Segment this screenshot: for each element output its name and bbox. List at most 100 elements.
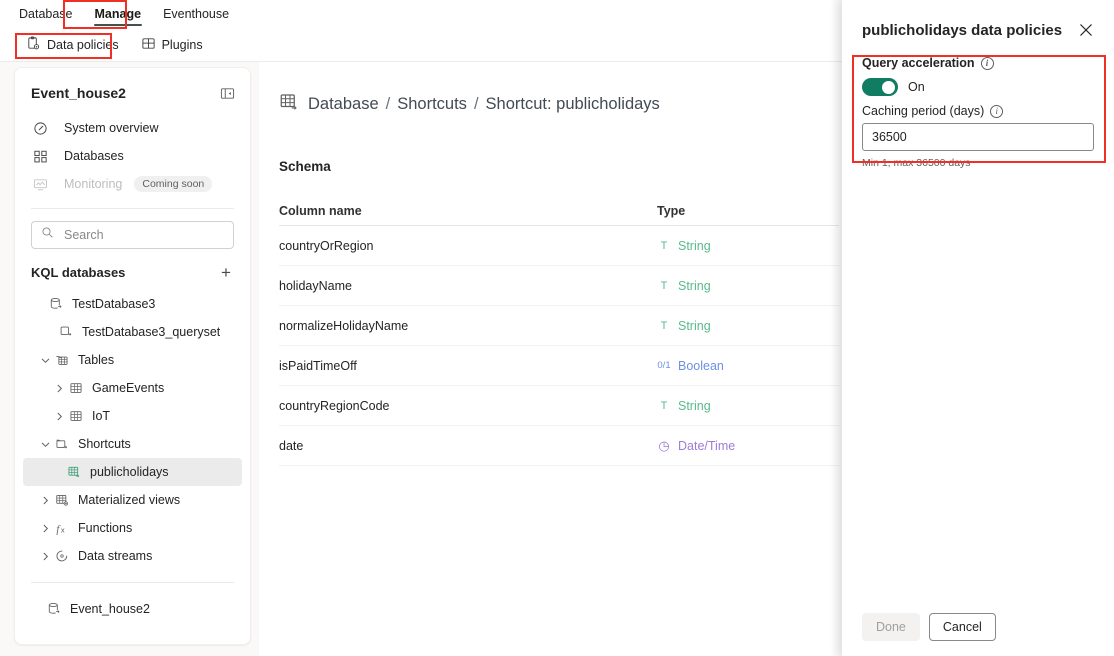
gauge-icon (31, 121, 49, 136)
query-acceleration-toggle[interactable] (862, 78, 898, 96)
database-tree: TestDatabase3 TestDatabase3_queryset (15, 290, 250, 570)
data-policies-panel: publicholidays data policies Query accel… (842, 0, 1114, 656)
table-row[interactable]: date ◷ Date/Time (279, 426, 839, 466)
chevron-right-icon[interactable] (37, 551, 53, 562)
tree-item-iot[interactable]: IoT (23, 402, 242, 430)
type-datetime-icon: ◷ (657, 438, 671, 454)
query-acceleration-label-row: Query acceleration i (862, 56, 1094, 70)
schema-table-header: Column name Type (279, 196, 839, 226)
ribbon-tab-manage[interactable]: Manage (84, 0, 153, 29)
data-policies-button[interactable]: Data policies (18, 32, 127, 58)
cell-column-name: isPaidTimeOff (279, 359, 657, 373)
info-icon[interactable]: i (981, 57, 994, 70)
panel-footer: Done Cancel (842, 613, 1114, 656)
search-input[interactable] (62, 227, 224, 243)
cell-type: T String (657, 239, 711, 253)
tree-item-label: Functions (78, 521, 132, 535)
kql-databases-header: KQL databases + (15, 249, 250, 290)
plugins-button[interactable]: Plugins (133, 32, 211, 58)
ribbon-tab-eventhouse[interactable]: Eventhouse (152, 0, 240, 29)
table-row[interactable]: isPaidTimeOff 0/1 Boolean (279, 346, 839, 386)
chevron-right-icon[interactable] (51, 411, 67, 422)
tree-item-eventhouse-footer[interactable]: Event_house2 (23, 595, 242, 623)
tree-item-publicholidays[interactable]: publicholidays (23, 458, 242, 486)
chevron-down-icon[interactable] (37, 355, 53, 366)
sidebar-header: Event_house2 (15, 68, 250, 114)
data-policies-label: Data policies (47, 38, 119, 52)
shortcut-table-icon (65, 465, 83, 479)
caching-period-input[interactable] (862, 123, 1094, 151)
tree-item-label: TestDatabase3 (72, 297, 155, 311)
breadcrumb: Database / Shortcuts / Shortcut: publich… (259, 62, 842, 117)
column-header-type: Type (657, 204, 685, 218)
sidebar-item-databases[interactable]: Databases (23, 142, 242, 170)
chevron-right-icon[interactable] (37, 523, 53, 534)
cell-type: 0/1 Boolean (657, 359, 724, 373)
tree-item-label: Materialized views (78, 493, 180, 507)
close-icon[interactable] (1074, 18, 1098, 42)
query-acceleration-toggle-row: On (862, 78, 1094, 96)
tree-item-functions[interactable]: f x Functions (23, 514, 242, 542)
cell-type-label: Date/Time (678, 439, 735, 453)
panel-title: publicholidays data policies (862, 22, 1062, 39)
tree-item-materialized-views[interactable]: Materialized views (23, 486, 242, 514)
chevron-down-icon[interactable] (37, 439, 53, 450)
caching-period-hint: Min 1, max 36500 days (862, 157, 1094, 169)
shortcuts-folder-icon (53, 437, 71, 451)
collapse-panel-icon[interactable] (216, 82, 238, 104)
cell-type: T String (657, 319, 711, 333)
tree-item-label: GameEvents (92, 381, 164, 395)
database-icon (45, 602, 63, 616)
table-row[interactable]: normalizeHolidayName T String (279, 306, 839, 346)
cell-type-label: String (678, 399, 711, 413)
cancel-button[interactable]: Cancel (929, 613, 996, 641)
tree-item-shortcuts[interactable]: Shortcuts (23, 430, 242, 458)
table-row[interactable]: holidayName T String (279, 266, 839, 306)
toggle-knob (882, 81, 895, 94)
chevron-right-icon[interactable] (51, 383, 67, 394)
tree-item-testdatabase3[interactable]: TestDatabase3 (23, 290, 242, 318)
sidebar-footer: Event_house2 (15, 595, 250, 623)
cell-column-name: holidayName (279, 279, 657, 293)
ribbon-tab-database[interactable]: Database (8, 0, 84, 29)
type-string-icon: T (657, 320, 671, 332)
type-string-icon: T (657, 280, 671, 292)
tree-item-tables[interactable]: Tables (23, 346, 242, 374)
tree-item-label: Shortcuts (78, 437, 131, 451)
toggle-state-label: On (908, 80, 925, 94)
table-row[interactable]: countryRegionCode T String (279, 386, 839, 426)
type-boolean-icon: 0/1 (657, 360, 671, 371)
sidebar-search-wrap (15, 221, 250, 249)
table-row[interactable]: countryOrRegion T String (279, 226, 839, 266)
kql-databases-title: KQL databases (31, 265, 125, 280)
caching-period-label-row: Caching period (days) i (862, 104, 1094, 118)
cell-column-name: countryOrRegion (279, 239, 657, 253)
done-button[interactable]: Done (862, 613, 920, 641)
tree-item-data-streams[interactable]: Data streams (23, 542, 242, 570)
caching-period-label: Caching period (days) (862, 104, 984, 118)
sidebar-item-label: Databases (64, 149, 124, 163)
tree-item-testdatabase3-queryset[interactable]: TestDatabase3_queryset (23, 318, 242, 346)
cell-type-label: String (678, 279, 711, 293)
plugins-icon (141, 36, 156, 54)
cell-type-label: Boolean (678, 359, 724, 373)
coming-soon-badge: Coming soon (134, 176, 212, 192)
monitoring-icon (31, 177, 49, 192)
panel-header: publicholidays data policies (842, 0, 1114, 42)
tree-item-gameevents[interactable]: GameEvents (23, 374, 242, 402)
cell-type: T String (657, 279, 711, 293)
search-icon (41, 226, 54, 244)
breadcrumb-shortcuts[interactable]: Shortcuts (397, 95, 467, 114)
svg-text:x: x (60, 525, 64, 534)
chevron-right-icon[interactable] (37, 495, 53, 506)
breadcrumb-database[interactable]: Database (308, 95, 379, 114)
sidebar: Event_house2 System overview (14, 67, 251, 645)
search-box[interactable] (31, 221, 234, 249)
info-icon[interactable]: i (990, 105, 1003, 118)
sidebar-item-label: System overview (64, 121, 158, 135)
plus-icon[interactable]: + (216, 262, 236, 282)
cell-type-label: String (678, 239, 711, 253)
sidebar-item-system-overview[interactable]: System overview (23, 114, 242, 142)
tree-item-label: Event_house2 (70, 602, 150, 616)
tree-item-label: IoT (92, 409, 110, 423)
